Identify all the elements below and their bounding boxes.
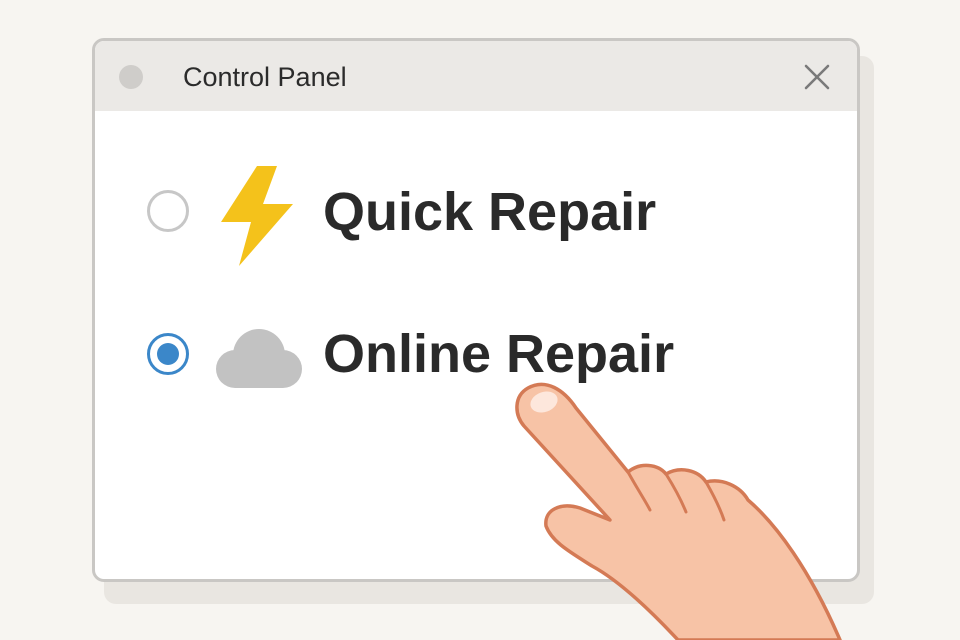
close-icon [804,64,830,90]
lightning-bolt-icon [221,166,293,266]
close-button[interactable] [801,61,833,93]
title-bar: Control Panel [95,41,857,111]
radio-quick-repair[interactable] [147,190,189,232]
option-quick-repair[interactable]: Quick Repair [95,164,815,266]
cloud-icon [216,329,302,388]
radio-online-repair[interactable] [147,333,189,375]
pointing-hand-icon [515,382,842,640]
window-title: Control Panel [183,62,347,92]
option-label-quick-repair: Quick Repair [323,182,657,242]
window-dot-icon [119,65,143,89]
radio-selected-dot [157,343,179,365]
